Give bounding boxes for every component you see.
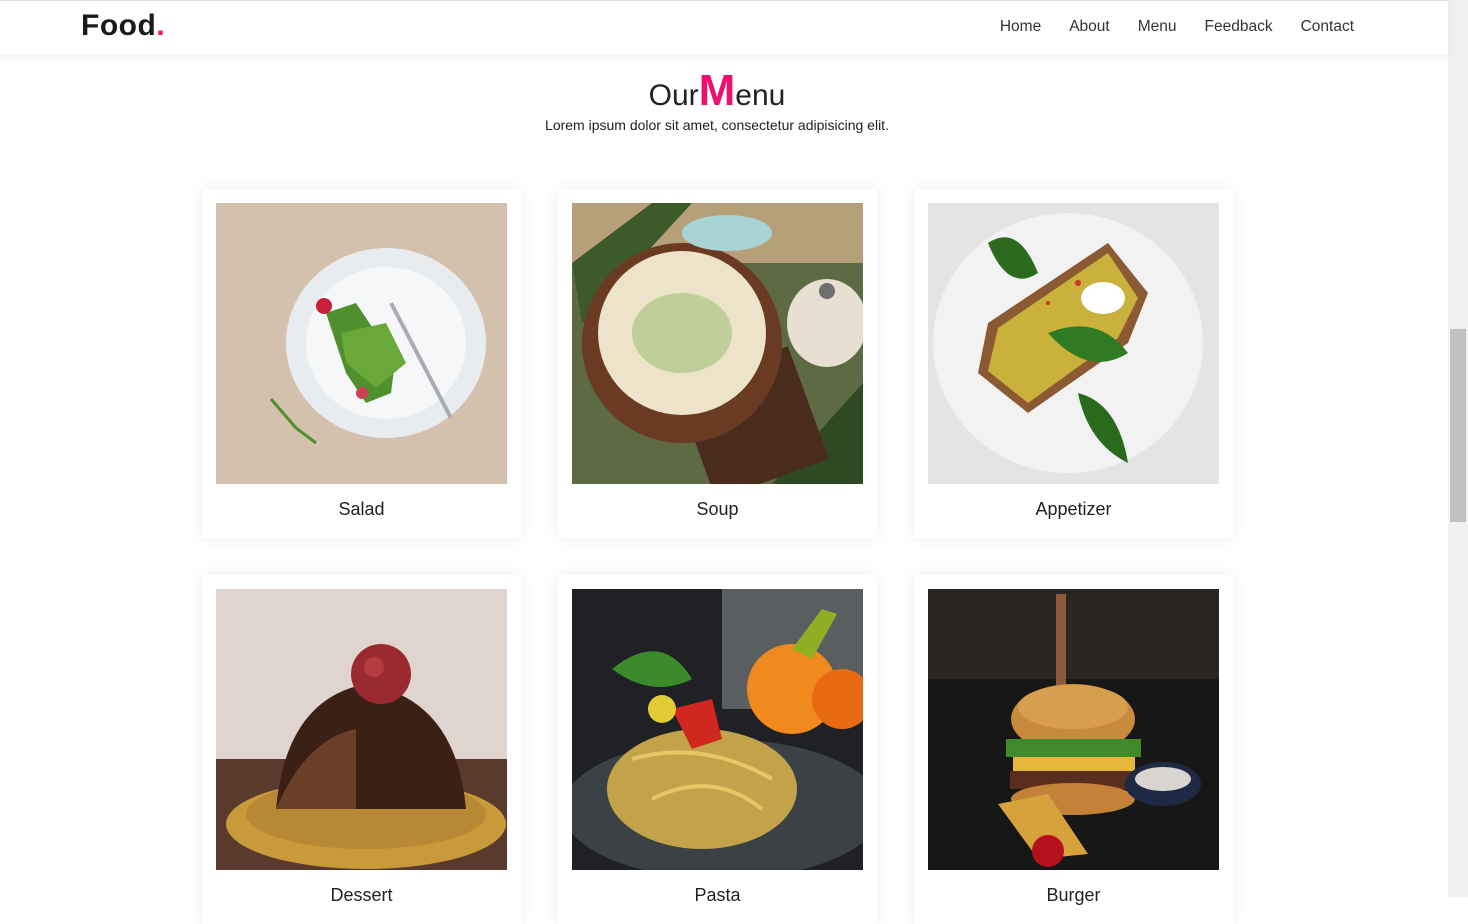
nav-about[interactable]: About	[1069, 18, 1110, 36]
nav-home[interactable]: Home	[1000, 18, 1041, 36]
nav-links: Home About Menu Feedback Contact	[1000, 18, 1354, 36]
title-suffix: enu	[735, 79, 786, 112]
menu-item-label: Burger	[1046, 885, 1101, 905]
menu-card-burger[interactable]: Burger	[914, 575, 1233, 924]
section-subtitle: Lorem ipsum dolor sit amet, consectetur …	[545, 117, 889, 133]
menu-card-soup[interactable]: Soup	[558, 189, 877, 538]
nav-contact[interactable]: Contact	[1301, 18, 1354, 36]
page-scrollbar[interactable]	[1448, 0, 1468, 897]
brand-name: Food	[81, 9, 157, 42]
nav-feedback[interactable]: Feedback	[1205, 18, 1273, 36]
salad-image	[216, 203, 507, 484]
menu-item-label: Pasta	[694, 885, 741, 905]
title-big-letter: M	[698, 66, 736, 115]
menu-item-label: Dessert	[330, 885, 393, 905]
scrollbar-thumb[interactable]	[1450, 329, 1466, 522]
brand-logo[interactable]: Food.	[81, 9, 165, 43]
navbar: Food. Home About Menu Feedback Contact	[0, 0, 1448, 55]
nav-menu[interactable]: Menu	[1138, 18, 1177, 36]
menu-item-label: Appetizer	[1035, 499, 1112, 519]
menu-card-dessert[interactable]: Dessert	[202, 575, 521, 924]
menu-card-appetizer[interactable]: Appetizer	[914, 189, 1233, 538]
appetizer-image	[928, 203, 1219, 484]
menu-card-salad[interactable]: Salad	[202, 189, 521, 538]
soup-image	[572, 203, 863, 484]
dessert-image	[216, 589, 507, 870]
brand-dot: .	[156, 9, 166, 42]
menu-item-label: Soup	[696, 499, 739, 519]
menu-card-pasta[interactable]: Pasta	[558, 575, 877, 924]
menu-item-label: Salad	[338, 499, 385, 519]
section-title: OurMenu	[0, 66, 1434, 116]
pasta-image	[572, 589, 863, 870]
title-prefix: Our	[648, 79, 699, 112]
burger-image	[928, 589, 1219, 870]
